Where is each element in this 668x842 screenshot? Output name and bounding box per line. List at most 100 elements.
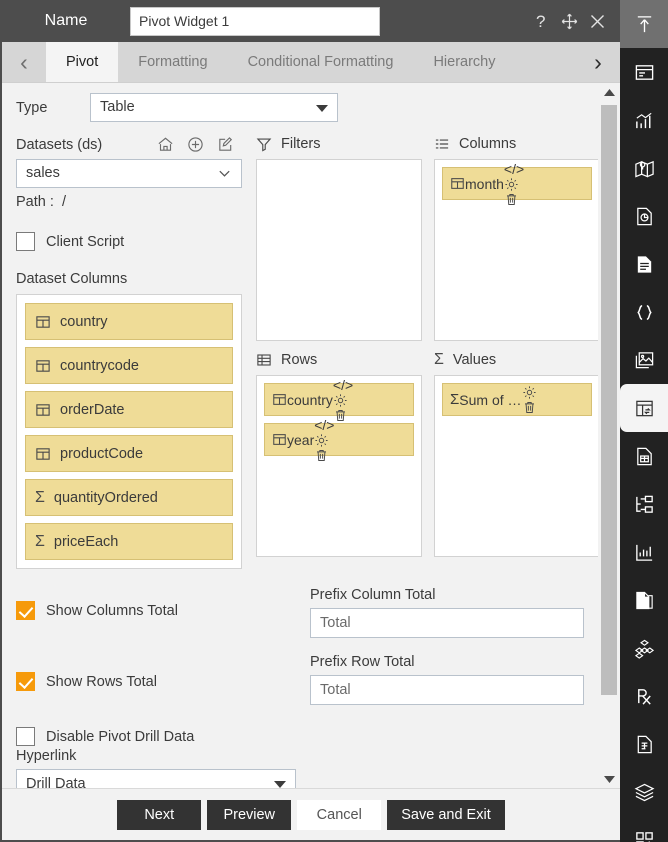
name-label: Name bbox=[44, 12, 88, 29]
values-chip-label: Sum of … bbox=[459, 391, 522, 408]
dataset-column-label: countrycode bbox=[60, 357, 139, 374]
copy-page-icon[interactable] bbox=[620, 576, 668, 624]
prescription-icon[interactable] bbox=[620, 672, 668, 720]
widget-name-input[interactable]: Pivot Widget 1 bbox=[130, 6, 380, 36]
delete-icon[interactable] bbox=[522, 400, 537, 415]
dataset-column-label: quantityOrdered bbox=[53, 489, 158, 506]
tab-conditional-formatting[interactable]: Conditional Formatting bbox=[228, 42, 414, 82]
preview-button[interactable]: Preview bbox=[207, 799, 292, 830]
rows-table-icon bbox=[256, 352, 272, 368]
file-data-icon[interactable] bbox=[620, 720, 668, 768]
delete-icon[interactable] bbox=[314, 448, 334, 463]
delete-icon[interactable] bbox=[504, 192, 524, 207]
prefix-column-total-input[interactable]: Total bbox=[310, 608, 584, 638]
scrollbar-track[interactable] bbox=[601, 101, 617, 770]
cancel-button[interactable]: Cancel bbox=[297, 799, 382, 830]
show-rows-total-row[interactable]: Show Rows Total bbox=[16, 672, 310, 691]
code-editor-icon[interactable]: </> bbox=[314, 417, 334, 433]
prefix-column-total-label: Prefix Column Total bbox=[310, 587, 436, 603]
columns-list-icon bbox=[434, 136, 450, 152]
scroll-down-arrow-icon[interactable] bbox=[603, 770, 616, 788]
image-gallery-icon[interactable] bbox=[620, 336, 668, 384]
dataset-columns-title: Dataset Columns bbox=[16, 271, 128, 287]
gear-icon[interactable] bbox=[333, 393, 353, 408]
client-script-row[interactable]: Client Script bbox=[16, 232, 242, 251]
tab-bar: ‹ Pivot Formatting Conditional Formattin… bbox=[2, 42, 620, 83]
columns-chip[interactable]: month </> bbox=[442, 161, 592, 205]
scroll-up-arrow-icon[interactable] bbox=[603, 83, 616, 101]
show-columns-total-checkbox[interactable] bbox=[16, 601, 35, 620]
delete-icon[interactable] bbox=[333, 408, 353, 423]
vertical-scrollbar[interactable] bbox=[598, 83, 620, 788]
dataset-select[interactable]: sales bbox=[16, 159, 242, 188]
pivot-table-icon[interactable] bbox=[620, 384, 668, 432]
filters-dropzone[interactable] bbox=[256, 159, 422, 341]
close-icon[interactable] bbox=[589, 13, 606, 30]
dataset-column-item[interactable]: countrycode bbox=[25, 347, 233, 384]
map-widget-icon[interactable] bbox=[620, 144, 668, 192]
sigma-icon: Σ bbox=[434, 351, 444, 368]
home-icon[interactable] bbox=[157, 136, 174, 153]
tabs-next-arrow[interactable]: › bbox=[576, 42, 620, 82]
dataset-column-item[interactable]: productCode bbox=[25, 435, 233, 472]
sparkline-icon[interactable] bbox=[620, 528, 668, 576]
gear-icon[interactable] bbox=[314, 433, 334, 448]
tab-hierarchy[interactable]: Hierarchy bbox=[413, 42, 515, 82]
disable-pivot-drill-row[interactable]: Disable Pivot Drill Data bbox=[16, 727, 598, 746]
chevron-down-icon bbox=[217, 166, 232, 181]
save-and-exit-button[interactable]: Save and Exit bbox=[387, 799, 505, 830]
cubes-icon[interactable] bbox=[620, 624, 668, 672]
columns-dropzone[interactable]: month </> bbox=[434, 159, 598, 341]
code-editor-icon[interactable]: </> bbox=[504, 161, 524, 177]
data-sheet-icon[interactable] bbox=[620, 432, 668, 480]
hyperlink-label: Hyperlink bbox=[16, 748, 77, 764]
collapse-up-icon[interactable] bbox=[620, 0, 668, 48]
dataset-column-item[interactable]: country bbox=[25, 303, 233, 340]
help-icon[interactable]: ? bbox=[533, 11, 550, 31]
edit-icon[interactable] bbox=[217, 136, 234, 153]
document-icon[interactable] bbox=[620, 240, 668, 288]
rows-dropzone[interactable]: country </> year </> bbox=[256, 375, 422, 557]
show-columns-total-row[interactable]: Show Columns Total bbox=[16, 601, 310, 620]
add-widget-icon[interactable] bbox=[620, 816, 668, 842]
chevron-down-icon bbox=[316, 105, 328, 112]
rows-chip[interactable]: year </> bbox=[264, 417, 414, 461]
rows-chip[interactable]: country </> bbox=[264, 377, 414, 421]
tab-formatting[interactable]: Formatting bbox=[118, 42, 227, 82]
tab-pivot[interactable]: Pivot bbox=[46, 42, 119, 82]
add-icon[interactable] bbox=[187, 136, 204, 153]
columns-title: Columns bbox=[459, 136, 517, 152]
dataset-column-item[interactable]: Σ priceEach bbox=[25, 523, 233, 560]
dataset-path: Path : / bbox=[16, 194, 242, 210]
dataset-column-item[interactable]: Σ quantityOrdered bbox=[25, 479, 233, 516]
code-editor-icon[interactable]: </> bbox=[333, 377, 353, 393]
prefix-column-total-field: Prefix Column Total Total bbox=[310, 587, 584, 638]
datasets-header: Datasets (ds) bbox=[16, 136, 242, 153]
client-script-checkbox[interactable] bbox=[16, 232, 35, 251]
show-rows-total-checkbox[interactable] bbox=[16, 672, 35, 691]
next-button[interactable]: Next bbox=[117, 799, 202, 830]
path-value: / bbox=[61, 194, 66, 210]
gear-icon[interactable] bbox=[504, 177, 524, 192]
values-dropzone[interactable]: Σ Sum of … bbox=[434, 375, 598, 557]
dataset-column-item[interactable]: orderDate bbox=[25, 391, 233, 428]
pivot-widget-dialog: Name Pivot Widget 1 ? ‹ Pivot Formatting… bbox=[0, 0, 668, 842]
type-select[interactable]: Table bbox=[90, 93, 338, 122]
disable-pivot-drill-checkbox[interactable] bbox=[16, 727, 35, 746]
gear-icon[interactable] bbox=[522, 385, 537, 400]
tree-hierarchy-icon[interactable] bbox=[620, 480, 668, 528]
chart-widget-icon[interactable] bbox=[620, 96, 668, 144]
filters-header: Filters bbox=[256, 136, 422, 152]
scrollbar-thumb[interactable] bbox=[601, 105, 617, 695]
hyperlink-select[interactable]: Drill Data bbox=[16, 769, 296, 788]
card-widget-icon[interactable] bbox=[620, 48, 668, 96]
move-icon[interactable] bbox=[561, 13, 578, 30]
values-chip[interactable]: Σ Sum of … bbox=[442, 383, 592, 416]
report-pie-icon[interactable] bbox=[620, 192, 668, 240]
prefix-row-total-input[interactable]: Total bbox=[310, 675, 584, 705]
svg-text:?: ? bbox=[536, 12, 545, 31]
tabs-prev-arrow[interactable]: ‹ bbox=[2, 42, 46, 82]
layers-icon[interactable] bbox=[620, 768, 668, 816]
dialog-footer: Next Preview Cancel Save and Exit bbox=[2, 788, 620, 840]
code-braces-icon[interactable] bbox=[620, 288, 668, 336]
